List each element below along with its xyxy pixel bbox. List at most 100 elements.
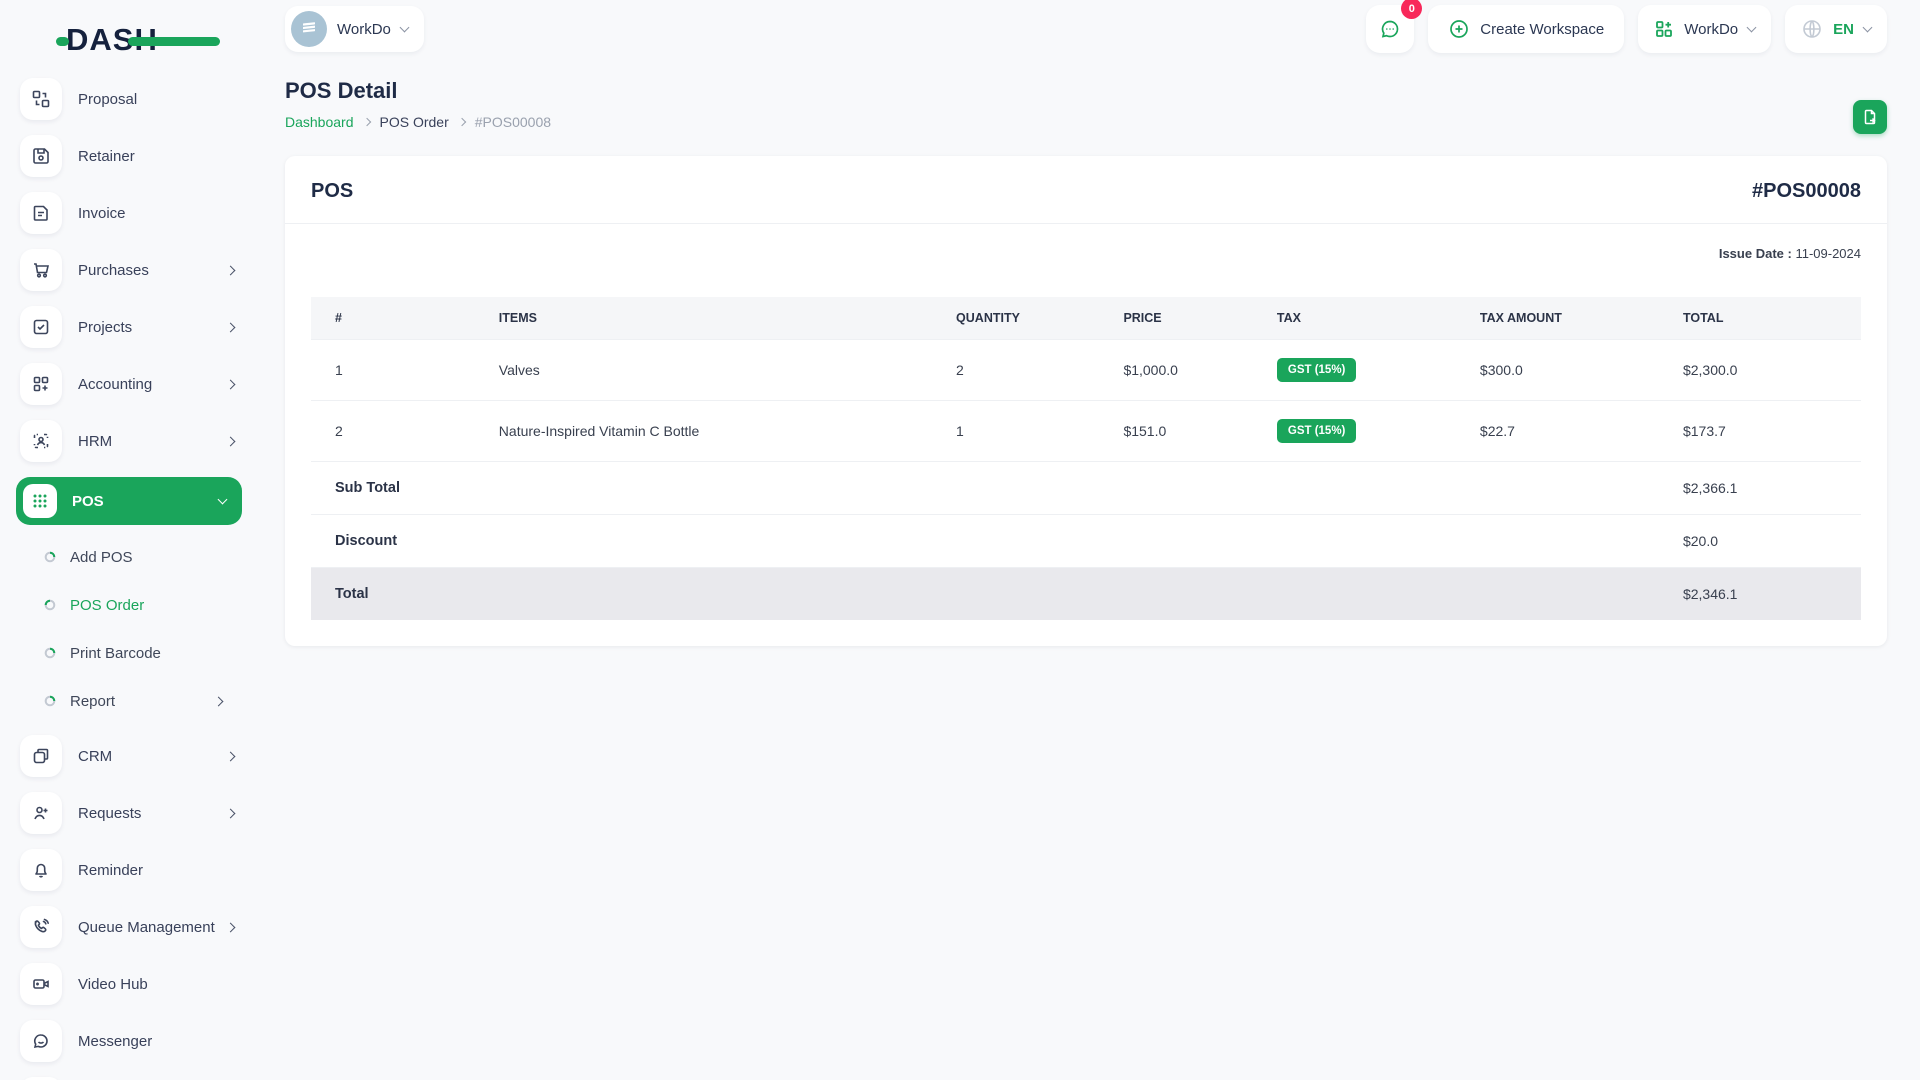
col-price: PRICE — [1123, 311, 1162, 325]
sidebar-subitem-add-pos[interactable]: Add POS — [44, 537, 228, 577]
sidebar-item-messenger[interactable]: Messenger — [20, 1020, 240, 1062]
sidebar-subitem-label: Print Barcode — [70, 644, 161, 662]
globe-icon — [1803, 20, 1821, 38]
row-price: $1,000.0 — [1115, 339, 1269, 401]
row-number: 1 — [311, 339, 491, 401]
sidebar-item-hrm[interactable]: HRM — [20, 420, 240, 462]
breadcrumb-pos-order[interactable]: POS Order — [380, 114, 449, 130]
sidebar: DASH Proposal Retainer Invoice Purchases… — [0, 0, 258, 1080]
row-number: 2 — [311, 400, 491, 462]
breadcrumb-current: #POS00008 — [474, 114, 552, 130]
hrm-icon — [20, 420, 62, 462]
create-workspace-button[interactable]: Create Workspace — [1428, 5, 1625, 53]
chat-bubble-icon — [1382, 20, 1399, 38]
tax-badge: GST (15%) — [1276, 358, 1357, 382]
issue-date-label: Issue Date : — [1718, 246, 1792, 261]
sidebar-item-label: Retainer — [78, 147, 135, 165]
subtotal-row: Sub Total $2,366.1 — [311, 461, 1861, 515]
table-row: 2 Nature-Inspired Vitamin C Bottle 1 $15… — [311, 400, 1861, 462]
sidebar-subitem-label: Report — [70, 692, 116, 710]
sidebar-item-reminder[interactable]: Reminder — [20, 849, 240, 891]
chevron-right-icon — [225, 808, 236, 818]
col-number: # — [335, 311, 342, 325]
workspace-selector[interactable]: WorkDo — [285, 6, 424, 52]
sidebar-subitem-print-barcode[interactable]: Print Barcode — [44, 633, 228, 673]
chevron-right-icon — [225, 922, 236, 932]
sidebar-item-label: Invoice — [78, 204, 126, 222]
workspace-menu-label: WorkDo — [1684, 20, 1739, 38]
bullet-circle-icon — [44, 599, 56, 611]
pos-card-header: POS #POS00008 — [285, 156, 1887, 224]
row-quantity: 1 — [948, 400, 1116, 462]
page-title-block: POS Detail Dashboard POS Order #POS00008 — [285, 78, 551, 134]
sidebar-item-label: Accounting — [78, 375, 153, 393]
row-tax-cell: GST (15%) — [1268, 400, 1472, 462]
chevron-down-icon — [217, 494, 228, 505]
sidebar-subitem-report[interactable]: Report — [44, 681, 228, 721]
file-export-icon — [1864, 109, 1876, 125]
messages-badge: 0 — [1401, 0, 1423, 19]
language-label: EN — [1833, 20, 1854, 38]
row-total: $2,300.0 — [1674, 339, 1861, 401]
workspace-grid-icon — [1656, 21, 1673, 37]
chevron-right-icon — [225, 265, 236, 275]
sidebar-item-label: Video Hub — [78, 975, 148, 993]
sidebar-item-pos[interactable]: POS — [16, 477, 242, 525]
topbar-actions: 0 Create Workspace WorkDo EN — [1366, 0, 1887, 53]
workspace-name: WorkDo — [337, 20, 391, 38]
breadcrumb-separator-icon — [362, 117, 371, 127]
sidebar-menu: Proposal Retainer Invoice Purchases Proj… — [0, 66, 258, 1080]
sidebar-item-invoice[interactable]: Invoice — [20, 192, 240, 234]
sidebar-item-crm[interactable]: CRM — [20, 735, 240, 777]
invoice-icon — [20, 192, 62, 234]
chevron-right-icon — [225, 379, 236, 389]
messenger-icon — [20, 1020, 62, 1062]
col-total: TOTAL — [1682, 311, 1724, 325]
dash-logo[interactable]: DASH — [56, 14, 220, 66]
row-item-name: Nature-Inspired Vitamin C Bottle — [490, 400, 949, 462]
retainer-icon — [20, 135, 62, 177]
projects-icon — [20, 306, 62, 348]
sidebar-item-projects[interactable]: Projects — [20, 306, 240, 348]
sidebar-item-requests[interactable]: Requests — [20, 792, 240, 834]
requests-icon — [20, 792, 62, 834]
video-camera-icon — [20, 963, 62, 1005]
sidebar-item-purchases[interactable]: Purchases — [20, 249, 240, 291]
logo-green-dot — [56, 37, 69, 46]
col-quantity: QUANTITY — [956, 311, 1020, 325]
sidebar-item-retainer[interactable]: Retainer — [20, 135, 240, 177]
spacer-cell — [490, 567, 1675, 620]
messages-button[interactable]: 0 — [1366, 0, 1423, 53]
sidebar-item-queue-management[interactable]: Queue Management — [20, 906, 240, 948]
breadcrumb-dashboard-link[interactable]: Dashboard — [285, 114, 354, 130]
page-title: POS Detail — [285, 78, 398, 103]
subtotal-value: $2,366.1 — [1674, 461, 1861, 515]
export-pos-button[interactable] — [1853, 100, 1887, 134]
workspace-menu-button[interactable]: WorkDo — [1638, 5, 1772, 53]
col-items: ITEMS — [498, 311, 537, 325]
sidebar-item-label: Proposal — [78, 90, 138, 108]
table-row: 1 Valves 2 $1,000.0 GST (15%) $300.0 $2,… — [311, 339, 1861, 401]
row-tax-amount: $300.0 — [1471, 339, 1675, 401]
sidebar-subitem-pos-order[interactable]: POS Order — [44, 585, 228, 625]
sidebar-item-proposal[interactable]: Proposal — [20, 78, 240, 120]
sidebar-item-label: Projects — [78, 318, 133, 336]
col-tax: TAX — [1276, 311, 1301, 325]
purchases-icon — [20, 249, 62, 291]
discount-value: $20.0 — [1674, 514, 1861, 568]
sidebar-item-label: CRM — [78, 747, 113, 765]
row-tax-amount: $22.7 — [1471, 400, 1675, 462]
page-header: POS Detail Dashboard POS Order #POS00008 — [285, 78, 1887, 134]
create-workspace-label: Create Workspace — [1480, 20, 1605, 38]
plus-circle-icon — [1450, 20, 1469, 38]
sidebar-item-video-hub[interactable]: Video Hub — [20, 963, 240, 1005]
sidebar-item-accounting[interactable]: Accounting — [20, 363, 240, 405]
total-label: Total — [311, 567, 491, 620]
sidebar-item-label: POS — [72, 492, 104, 510]
language-selector[interactable]: EN — [1785, 5, 1887, 53]
row-price: $151.0 — [1115, 400, 1269, 462]
sidebar-item-label: Queue Management — [78, 918, 215, 936]
pos-submenu: Add POS POS Order Print Barcode Report — [0, 535, 258, 735]
row-tax-cell: GST (15%) — [1268, 339, 1472, 401]
tax-badge: GST (15%) — [1276, 419, 1357, 443]
